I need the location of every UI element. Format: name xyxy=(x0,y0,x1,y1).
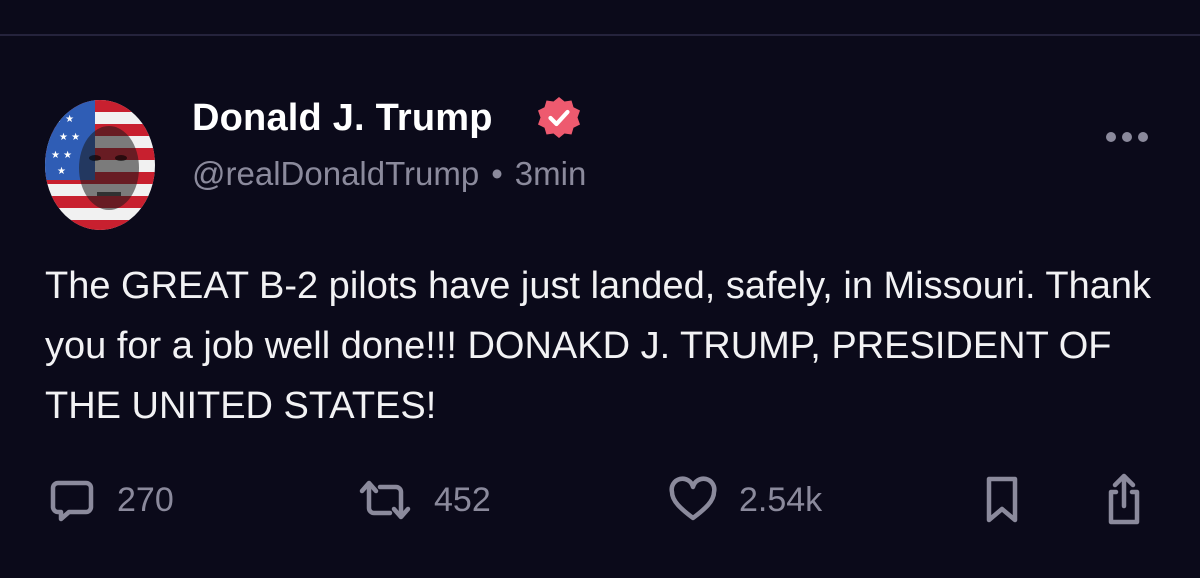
reply-count: 270 xyxy=(117,480,174,519)
reply-button[interactable]: 270 xyxy=(47,468,174,532)
post-timestamp[interactable]: 3min xyxy=(515,155,587,192)
comment-bubble-icon xyxy=(50,480,94,522)
share-upload-icon xyxy=(1108,473,1140,525)
repost-arrows-icon xyxy=(359,480,411,520)
post-body-text: The GREAT B-2 pilots have just landed, s… xyxy=(45,265,1152,427)
svg-text:★ ★: ★ ★ xyxy=(59,132,80,143)
post-action-bar: 270 452 2.54k xyxy=(0,468,1200,538)
post-card: ★ ★ ★ ★ ★ ★ ★ Donald J. Trump @realDonal… xyxy=(0,36,1200,578)
meta-separator: • xyxy=(491,155,503,192)
repost-button[interactable]: 452 xyxy=(356,468,491,532)
author-display-name[interactable]: Donald J. Trump xyxy=(192,96,493,140)
svg-text:★ ★: ★ ★ xyxy=(53,114,74,125)
more-horizontal-icon xyxy=(1106,132,1148,142)
bookmark-icon xyxy=(986,476,1018,523)
svg-text:★: ★ xyxy=(57,166,66,177)
author-meta: @realDonaldTrump • 3min xyxy=(192,154,586,194)
verified-badge-icon xyxy=(538,97,580,138)
author-handle[interactable]: @realDonaldTrump xyxy=(192,155,479,192)
like-button[interactable]: 2.54k xyxy=(667,468,822,532)
heart-icon xyxy=(669,476,717,521)
svg-text:★ ★: ★ ★ xyxy=(51,150,72,161)
like-count: 2.54k xyxy=(739,480,823,519)
avatar-image: ★ ★ ★ ★ ★ ★ ★ xyxy=(45,100,155,230)
repost-count: 452 xyxy=(434,480,491,519)
avatar[interactable]: ★ ★ ★ ★ ★ ★ ★ xyxy=(45,100,155,230)
bookmark-button[interactable] xyxy=(980,468,1024,532)
share-button[interactable] xyxy=(1100,468,1148,532)
more-options-button[interactable] xyxy=(1102,122,1152,152)
